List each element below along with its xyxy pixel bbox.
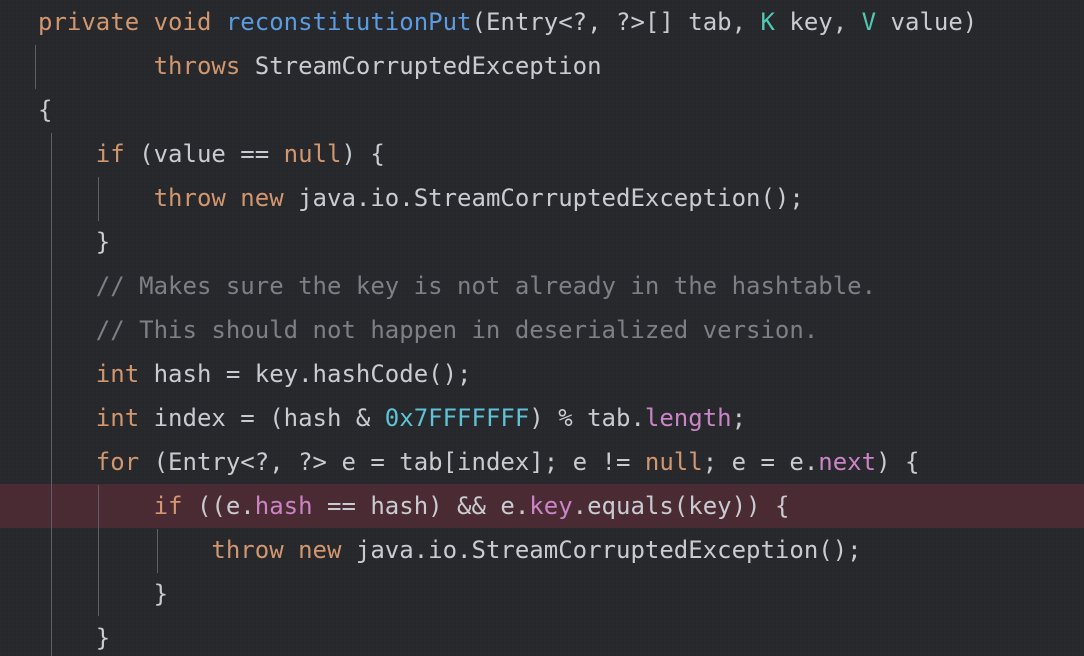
code-token: }	[38, 624, 111, 652]
code-token: {	[38, 96, 53, 124]
code-token: // This should not happen in deserialize…	[95, 316, 819, 344]
code-token: // Makes sure the key is not already in …	[95, 272, 877, 300]
code-token: ((e.	[182, 492, 255, 520]
code-token: }	[38, 228, 111, 256]
code-line-text: if ((e.hash == hash) && e.key.equals(key…	[0, 484, 790, 528]
code-line[interactable]: // Makes sure the key is not already in …	[0, 264, 1084, 308]
code-line[interactable]: }	[0, 572, 1084, 616]
code-token: void	[153, 8, 212, 36]
code-token: ) {	[341, 140, 385, 168]
code-line-text: for (Entry<?, ?> e = tab[index]; e != nu…	[0, 440, 920, 484]
code-lines-container[interactable]: private void reconstitutionPut(Entry<?, …	[0, 0, 1084, 656]
code-line-text: {	[0, 88, 52, 132]
code-token: length	[644, 404, 732, 432]
code-token: ) % tab.	[529, 404, 645, 432]
code-token: new	[240, 184, 284, 212]
code-token: if	[95, 140, 125, 168]
code-line[interactable]: for (Entry<?, ?> e = tab[index]; e != nu…	[0, 440, 1084, 484]
code-token: .equals(key)) {	[572, 492, 790, 520]
code-line-text: }	[0, 220, 110, 264]
code-token: V	[861, 8, 877, 36]
code-line-text: // Makes sure the key is not already in …	[0, 264, 876, 308]
code-line[interactable]: // This should not happen in deserialize…	[0, 308, 1084, 352]
code-editor-viewport[interactable]: private void reconstitutionPut(Entry<?, …	[0, 0, 1084, 656]
code-token: == hash) && e.	[312, 492, 530, 520]
code-token: reconstitutionPut	[225, 8, 472, 36]
code-token: int	[95, 404, 140, 432]
code-line[interactable]: throws StreamCorruptedException	[0, 44, 1084, 88]
code-line[interactable]: int hash = key.hashCode();	[0, 352, 1084, 396]
code-line-text: // This should not happen in deserialize…	[0, 308, 818, 352]
code-token: null	[283, 140, 342, 168]
code-line[interactable]: throw new java.io.StreamCorruptedExcepti…	[0, 528, 1084, 572]
code-token: index = (hash &	[139, 404, 385, 432]
code-line[interactable]: throw new java.io.StreamCorruptedExcepti…	[0, 176, 1084, 220]
code-token: hash	[254, 492, 313, 520]
code-line-text: }	[0, 572, 168, 616]
code-token: ) {	[876, 448, 920, 476]
code-token: if	[153, 492, 183, 520]
code-line-text: throw new java.io.StreamCorruptedExcepti…	[0, 528, 862, 572]
code-line[interactable]: if ((e.hash == hash) && e.key.equals(key…	[0, 484, 1084, 528]
code-line-text: throw new java.io.StreamCorruptedExcepti…	[0, 176, 804, 220]
code-line-text: int index = (hash & 0x7FFFFFFF) % tab.le…	[0, 396, 746, 440]
code-token: private	[38, 8, 140, 36]
code-line[interactable]: int index = (hash & 0x7FFFFFFF) % tab.le…	[0, 396, 1084, 440]
code-token: (Entry<?, ?>[] tab,	[471, 8, 761, 36]
code-token: ;	[731, 404, 747, 432]
code-token: throw	[153, 184, 226, 212]
code-line-text: if (value == null) {	[0, 132, 385, 176]
code-token: null	[644, 448, 703, 476]
code-token: int	[95, 360, 140, 388]
code-token: java.io.StreamCorruptedException();	[341, 536, 862, 564]
code-token: ; e = e.	[702, 448, 819, 476]
code-token: }	[38, 580, 169, 608]
code-token: key	[529, 492, 573, 520]
code-token: (value ==	[124, 140, 284, 168]
code-token: value)	[876, 8, 978, 36]
code-line-text: private void reconstitutionPut(Entry<?, …	[0, 0, 977, 44]
code-token: K	[760, 8, 775, 36]
code-line[interactable]: {	[0, 88, 1084, 132]
code-token: for	[95, 448, 140, 476]
code-token: throw	[211, 536, 284, 564]
code-token: new	[298, 536, 342, 564]
code-token: key,	[774, 8, 862, 36]
code-token: java.io.StreamCorruptedException();	[283, 184, 804, 212]
code-token: throws	[153, 52, 241, 80]
code-line[interactable]: }	[0, 220, 1084, 264]
code-token: (Entry<?, ?> e = tab[index]; e !=	[139, 448, 645, 476]
code-token: StreamCorruptedException	[240, 52, 602, 80]
code-token: next	[818, 448, 877, 476]
code-line-text: throws StreamCorruptedException	[0, 44, 602, 88]
code-line[interactable]: private void reconstitutionPut(Entry<?, …	[0, 0, 1084, 44]
code-token: 0x7FFFFFFF	[384, 404, 530, 432]
code-line[interactable]: }	[0, 616, 1084, 656]
code-line-text: int hash = key.hashCode();	[0, 352, 472, 396]
code-line-text: }	[0, 616, 110, 656]
code-token: hash = key.hashCode();	[139, 360, 472, 388]
code-line[interactable]: if (value == null) {	[0, 132, 1084, 176]
